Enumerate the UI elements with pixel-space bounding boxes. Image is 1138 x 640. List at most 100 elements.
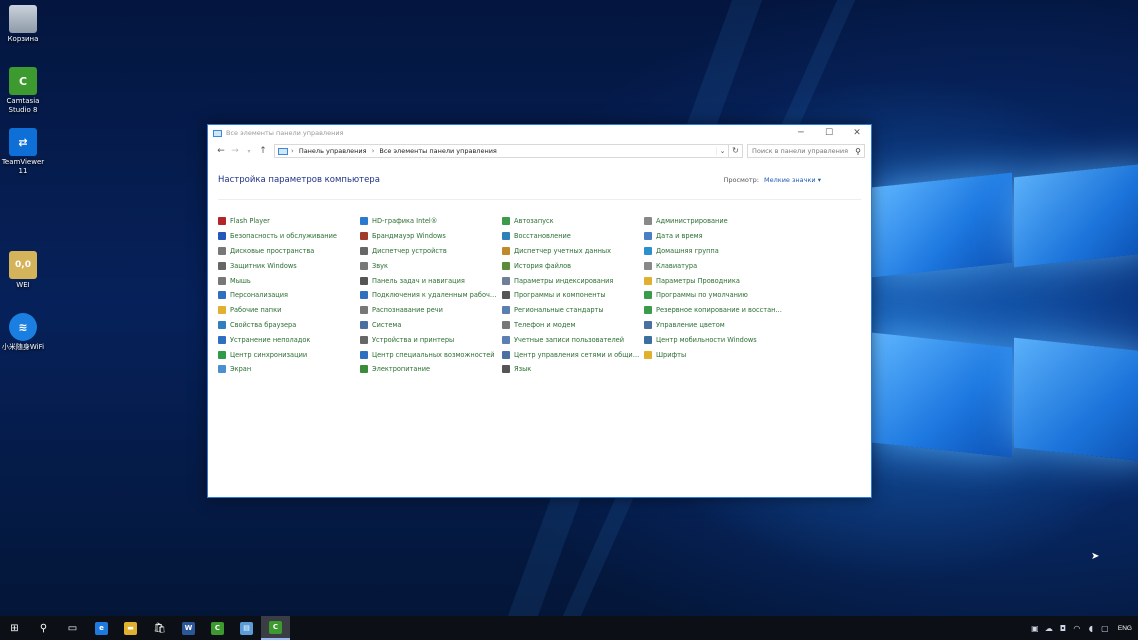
address-dropdown-icon[interactable]: ⌄: [716, 147, 728, 155]
breadcrumb-separator-icon[interactable]: ›: [372, 147, 375, 155]
control-panel-item-icon: [644, 261, 652, 270]
up-arrow-icon[interactable]: ↑: [256, 146, 270, 156]
control-panel-taskbar-icon[interactable]: ▤: [232, 616, 261, 640]
control-panel-item[interactable]: Распознавание речи: [360, 303, 502, 318]
start-button[interactable]: ⊞: [0, 616, 29, 640]
control-panel-item[interactable]: Центр специальных возможностей: [360, 347, 502, 362]
back-arrow-icon[interactable]: ←: [214, 146, 228, 156]
desktop-icon-camtasia[interactable]: C Camtasia Studio 8: [0, 67, 46, 115]
control-panel-item[interactable]: Программы по умолчанию: [644, 288, 786, 303]
control-panel-item[interactable]: Управление цветом: [644, 318, 786, 333]
control-panel-item[interactable]: Мышь: [218, 273, 360, 288]
control-panel-item[interactable]: Региональные стандарты: [502, 303, 644, 318]
control-panel-item[interactable]: Шрифты: [644, 347, 786, 362]
view-dropdown[interactable]: Мелкие значки ▾: [764, 176, 821, 184]
address-bar[interactable]: › Панель управления › Все элементы панел…: [274, 144, 729, 158]
language-indicator[interactable]: ENG: [1118, 625, 1132, 632]
control-panel-item[interactable]: Электропитание: [360, 362, 502, 377]
control-panel-item[interactable]: Диспетчер устройств: [360, 244, 502, 259]
media-icon[interactable]: ◘: [1056, 624, 1070, 633]
control-panel-item[interactable]: Домашняя группа: [644, 244, 786, 259]
search-icon[interactable]: ⚲: [29, 616, 58, 640]
control-panel-item[interactable]: Параметры Проводника: [644, 273, 786, 288]
control-panel-item[interactable]: Телефон и модем: [502, 318, 644, 333]
camtasia-taskbar-icon[interactable]: C: [203, 616, 232, 640]
control-panel-item[interactable]: Язык: [502, 362, 644, 377]
breadcrumb-separator-icon[interactable]: ›: [291, 147, 294, 155]
control-panel-item-label: Flash Player: [230, 217, 270, 226]
control-panel-item[interactable]: История файлов: [502, 258, 644, 273]
control-panel-item[interactable]: Устранение неполадок: [218, 332, 360, 347]
desktop-icon-teamviewer[interactable]: ⇄ TeamViewer 11: [0, 128, 46, 176]
control-panel-item[interactable]: Администрирование: [644, 214, 786, 229]
control-panel-item[interactable]: Диспетчер учетных данных: [502, 244, 644, 259]
control-panel-item[interactable]: Устройства и принтеры: [360, 332, 502, 347]
control-panel-item-icon: [360, 350, 368, 359]
control-panel-item[interactable]: Брандмауэр Windows: [360, 229, 502, 244]
control-panel-item[interactable]: Панель задач и навигация: [360, 273, 502, 288]
search-input[interactable]: Поиск в панели управления ⚲: [747, 144, 865, 158]
task-view-icon[interactable]: ▭: [58, 616, 87, 640]
breadcrumb-all-items[interactable]: Все элементы панели управления: [379, 147, 496, 155]
control-panel-item-label: Клавиатура: [656, 261, 698, 270]
control-panel-item-icon: [218, 365, 226, 374]
control-panel-item[interactable]: Дисковые пространства: [218, 244, 360, 259]
title-bar[interactable]: Все элементы панели управления ─ ☐ ✕: [208, 125, 871, 141]
control-panel-item[interactable]: Персонализация: [218, 288, 360, 303]
word-icon[interactable]: W: [174, 616, 203, 640]
maximize-button[interactable]: ☐: [815, 128, 843, 138]
network-app-icon[interactable]: ▣: [1028, 624, 1042, 633]
control-panel-item[interactable]: Автозапуск: [502, 214, 644, 229]
wifi-icon[interactable]: ◠: [1070, 624, 1084, 633]
edge-icon[interactable]: e: [87, 616, 116, 640]
control-panel-item[interactable]: Восстановление: [502, 229, 644, 244]
control-panel-item-icon: [218, 291, 226, 300]
volume-icon[interactable]: ◖: [1084, 624, 1098, 633]
control-panel-item-icon: [360, 276, 368, 285]
control-panel-item[interactable]: Клавиатура: [644, 258, 786, 273]
desktop-icon-recycle-bin[interactable]: Корзина: [0, 5, 46, 44]
onedrive-icon[interactable]: ☁: [1042, 624, 1056, 633]
close-button[interactable]: ✕: [843, 128, 871, 138]
control-panel-item[interactable]: Учетные записи пользователей: [502, 332, 644, 347]
control-panel-item[interactable]: Параметры индексирования: [502, 273, 644, 288]
control-panel-item[interactable]: Программы и компоненты: [502, 288, 644, 303]
control-panel-taskbar-icon-glyph: ▤: [240, 621, 253, 635]
camtasia-recorder-taskbar-icon[interactable]: C: [261, 616, 290, 640]
control-panel-item[interactable]: Дата и время: [644, 229, 786, 244]
breadcrumb-control-panel[interactable]: Панель управления: [299, 147, 367, 155]
message-icon[interactable]: ▢: [1098, 624, 1112, 633]
teamviewer-icon: ⇄: [9, 128, 37, 156]
refresh-icon[interactable]: ↻: [729, 144, 743, 158]
control-panel-item[interactable]: Подключения к удаленным рабоч…: [360, 288, 502, 303]
minimize-button[interactable]: ─: [787, 128, 815, 138]
search-icon[interactable]: ⚲: [852, 147, 864, 156]
control-panel-item-label: Подключения к удаленным рабоч…: [372, 291, 497, 300]
desktop-icon-wifi[interactable]: ≋ 小米随身WiFi: [0, 313, 46, 352]
control-panel-item-icon: [644, 217, 652, 226]
desktop-icon-wei[interactable]: 0,0 WEI: [0, 251, 46, 290]
control-panel-item[interactable]: Экран: [218, 362, 360, 377]
control-panel-item[interactable]: Система: [360, 318, 502, 333]
control-panel-item[interactable]: Звук: [360, 258, 502, 273]
control-panel-item[interactable]: HD-графика Intel®: [360, 214, 502, 229]
windows-logo-pane: [1014, 337, 1138, 463]
edge-icon-glyph: e: [95, 621, 108, 635]
control-panel-item[interactable]: Центр синхронизации: [218, 347, 360, 362]
store-icon[interactable]: 🛍: [145, 616, 174, 640]
recent-locations-chevron-icon[interactable]: ▾: [242, 148, 256, 155]
control-panel-item-icon: [218, 261, 226, 270]
control-panel-item[interactable]: Резервное копирование и восстан…: [644, 303, 786, 318]
control-panel-item-icon: [502, 365, 510, 374]
control-panel-item-icon: [502, 291, 510, 300]
control-panel-item[interactable]: Центр мобильности Windows: [644, 332, 786, 347]
control-panel-item-label: Дисковые пространства: [230, 246, 315, 255]
control-panel-item[interactable]: Свойства браузера: [218, 318, 360, 333]
control-panel-item[interactable]: Flash Player: [218, 214, 360, 229]
forward-arrow-icon[interactable]: →: [228, 146, 242, 156]
control-panel-item[interactable]: Защитник Windows: [218, 258, 360, 273]
control-panel-item[interactable]: Рабочие папки: [218, 303, 360, 318]
control-panel-item[interactable]: Безопасность и обслуживание: [218, 229, 360, 244]
control-panel-item[interactable]: Центр управления сетями и общи…: [502, 347, 644, 362]
file-explorer-icon[interactable]: ▬: [116, 616, 145, 640]
